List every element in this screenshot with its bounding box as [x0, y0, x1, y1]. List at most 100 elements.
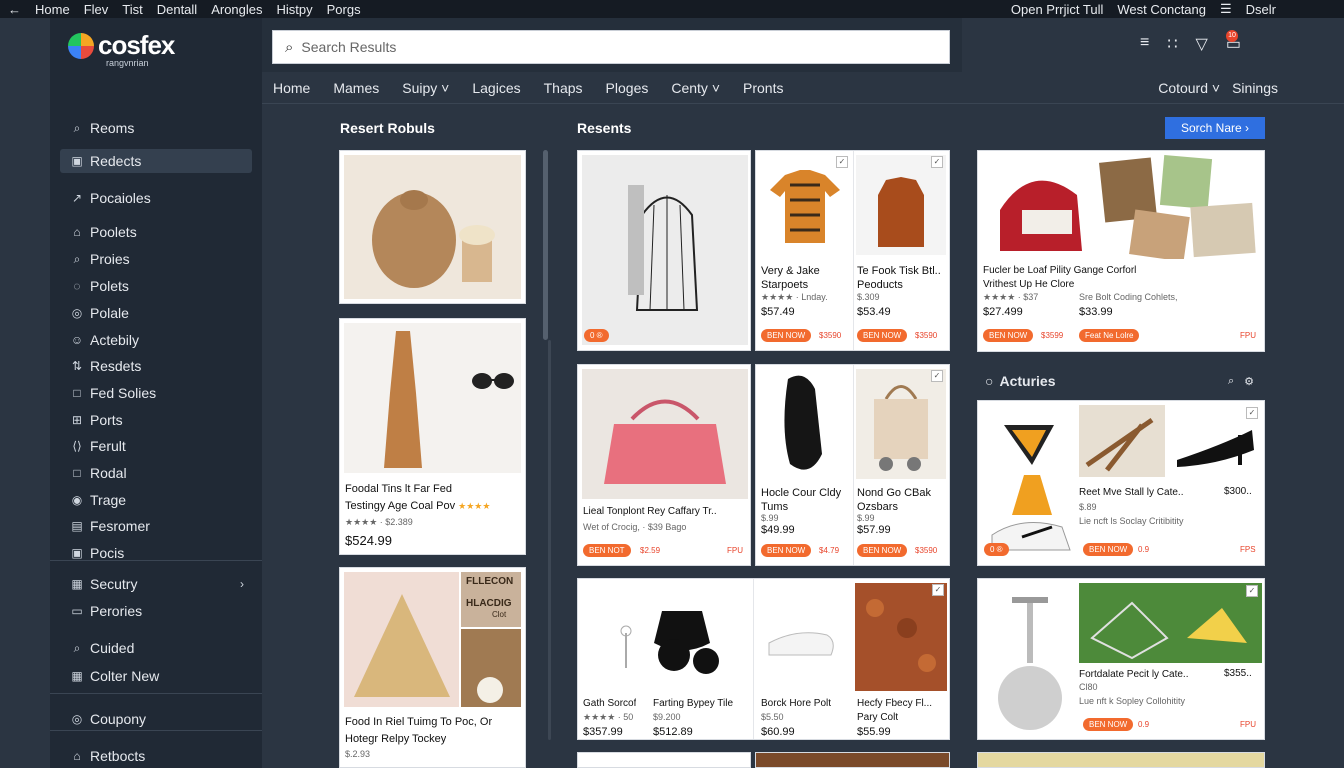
sidebar-item-fesromer[interactable]: ▤ Fesromer [60, 514, 252, 538]
select-checkbox[interactable]: ✓ [1246, 407, 1258, 419]
menu-dselr[interactable]: Dselr [1246, 2, 1276, 17]
product-card[interactable]: Fucler be Loaf Pility Gange Corforl Vrit… [977, 150, 1265, 352]
menu-tist[interactable]: Tist [122, 2, 142, 17]
product-card[interactable]: Foodal Tins lt Far Fed Testingy Age Coal… [339, 318, 526, 555]
product-card[interactable]: ✓ Fortdalate Pecit ly Cate.. $355.. Cl80… [977, 578, 1265, 740]
sidebar-item-ports[interactable]: ⊞ Ports [60, 408, 252, 432]
sidebar-item-fed-solies[interactable]: □ Fed Solies [60, 381, 252, 405]
menu-open-project[interactable]: Open Prrjict Tull [1011, 2, 1103, 17]
buy-now-button[interactable]: BEN NOW [1083, 718, 1134, 731]
sidebar-item-reoms[interactable]: ⌕ Reoms [60, 116, 252, 140]
hamburger-icon[interactable]: ☰ [1220, 1, 1232, 17]
grid-icon[interactable]: ∷ [1167, 34, 1177, 54]
menu-west[interactable]: West Conctang [1117, 2, 1206, 17]
sidebar-item-retbocts[interactable]: ⌂ Retbocts [60, 744, 252, 768]
old-price: $3590 [915, 331, 938, 340]
product-meta: $5.50 [761, 712, 784, 722]
sidebar-item-cuided[interactable]: ⌕ Cuided [60, 636, 252, 660]
tab-pronts[interactable]: Pronts [743, 80, 783, 96]
product-card[interactable]: FLLECON HLACDIG Clot Food In Riel Tuimg … [339, 567, 526, 768]
menu-flev[interactable]: Flev [84, 2, 109, 17]
menu-dentall[interactable]: Dentall [157, 2, 197, 17]
logo: cosfex rangvnrian [68, 30, 175, 68]
product-card-quad[interactable]: ✓ Gath Sorcof ★★★★ · 50 $357.99 Farting … [577, 578, 950, 740]
tab-sinings[interactable]: Sinings [1232, 80, 1278, 96]
sidebar-item-coupony[interactable]: ◎ Coupony [60, 707, 252, 731]
old-price: $3590 [819, 331, 842, 340]
tab-lagices[interactable]: Lagices [472, 80, 520, 96]
buy-now-button[interactable]: BEN NOT [583, 544, 631, 557]
sidebar-item-ferult[interactable]: ⟨⟩ Ferult [60, 434, 252, 458]
product-price: $57.99 [857, 524, 891, 536]
select-checkbox[interactable]: ✓ [1246, 585, 1258, 597]
feature-button[interactable]: Feat Ne Lolre [1079, 329, 1140, 342]
product-card-partial[interactable] [977, 752, 1265, 768]
sidebar-divider [50, 560, 262, 561]
menu-histpy[interactable]: Histpy [277, 2, 313, 17]
menu-home[interactable]: Home [35, 2, 70, 17]
sidebar-item-label: Rodal [90, 465, 127, 481]
buy-now-button[interactable]: BEN NOW [761, 544, 812, 557]
buy-now-button[interactable]: BEN NOW [857, 544, 908, 557]
header-divider [262, 103, 1344, 104]
settings-icon[interactable]: ⚙ [1244, 375, 1254, 388]
select-checkbox[interactable]: ✓ [931, 370, 943, 382]
product-card[interactable]: ✓ Reet Mve Stall ly Cate.. $300.. $.89 L… [977, 400, 1265, 566]
list-icon[interactable]: ≡ [1140, 34, 1149, 54]
product-card-pair[interactable]: ✓ ✓ Very & Jake Starpoets ★★★★ · Lnday. … [755, 150, 950, 351]
sidebar-item-secutry[interactable]: ▦ Secutry › [60, 572, 252, 596]
sidebar-item-icon: ↗ [71, 191, 83, 205]
bell-icon[interactable]: ▽ [1196, 34, 1208, 54]
promo-pill[interactable]: 0 ® [584, 329, 609, 342]
tab-suipy[interactable]: Suipy ˅ [402, 80, 449, 96]
select-checkbox[interactable]: ✓ [931, 156, 943, 168]
buy-now-button[interactable]: BEN NOW [761, 329, 812, 342]
search-icon[interactable]: ⌕ [1228, 375, 1234, 388]
sidebar-item-icon: ⇅ [71, 359, 83, 373]
promo-pill[interactable]: 0 ® [984, 543, 1009, 556]
sidebar-item-pocis[interactable]: ▣ Pocis [60, 541, 252, 565]
buy-now-button[interactable]: BEN NOW [983, 329, 1034, 342]
product-card[interactable]: 0 ® [577, 150, 751, 351]
old-price: 0.9 [1138, 545, 1150, 554]
select-checkbox[interactable]: ✓ [932, 584, 944, 596]
sidebar-item-poolets[interactable]: ⌂ Poolets [60, 220, 252, 244]
sidebar-item-pocaioles[interactable]: ↗ Pocaioles [60, 186, 252, 210]
chevron-right-icon[interactable]: › [240, 577, 244, 591]
product-card[interactable] [339, 150, 526, 304]
buy-now-button[interactable]: BEN NOW [857, 329, 908, 342]
tab-mames[interactable]: Mames [333, 80, 379, 96]
select-checkbox[interactable]: ✓ [836, 156, 848, 168]
sidebar: cosfex rangvnrian ⌕ Reoms ▣ Redects ↗ Pocaiol… [50, 18, 262, 768]
search-input[interactable] [301, 39, 902, 55]
tab-home[interactable]: Home [273, 80, 310, 96]
sidebar-item-redects[interactable]: ▣ Redects [60, 149, 252, 173]
menu-arongles[interactable]: Arongles [211, 2, 262, 17]
back-icon[interactable]: ← [8, 2, 21, 17]
tab-ploges[interactable]: Ploges [606, 80, 649, 96]
tab-centy[interactable]: Centy ˅ [671, 80, 720, 96]
sidebar-item-actebily[interactable]: ☺ Actebily [60, 328, 252, 352]
sidebar-item-label: Cuided [90, 640, 135, 656]
sidebar-item-colter-new[interactable]: ▦ Colter New [60, 664, 252, 688]
sidebar-item-polale[interactable]: ◎ Polale [60, 301, 252, 325]
tab-cotourd[interactable]: Cotourd ˅ [1158, 80, 1220, 96]
search-box[interactable]: ⌕ [272, 30, 950, 64]
sidebar-item-proies[interactable]: ⌕ Proies [60, 247, 252, 271]
sidebar-item-trage[interactable]: ◉ Trage [60, 488, 252, 512]
search-more-button[interactable]: Sorch Nare › [1165, 117, 1265, 139]
sidebar-item-polets[interactable]: ◌ Polets [60, 274, 252, 298]
tab-thaps[interactable]: Thaps [544, 80, 583, 96]
product-card-pair[interactable]: ✓ Hocle Cour Cldy Tums $.99 $49.99 Nond … [755, 364, 950, 566]
menu-porgs[interactable]: Porgs [327, 2, 361, 17]
product-card[interactable]: Lieal Tonplont Rey Caffary Tr.. Wet of C… [577, 364, 751, 566]
sidebar-item-perories[interactable]: ▭ Perories [60, 599, 252, 623]
product-card-partial[interactable] [755, 752, 950, 768]
sidebar-item-rodal[interactable]: □ Rodal [60, 461, 252, 485]
sidebar-item-resdets[interactable]: ⇅ Resdets [60, 354, 252, 378]
buy-now-button[interactable]: BEN NOW [1083, 543, 1134, 556]
product-card-partial[interactable] [577, 752, 751, 768]
sidebar-item-icon: ◌ [73, 279, 81, 293]
scrollbar-left[interactable] [543, 150, 548, 340]
old-price: $3590 [915, 546, 938, 555]
